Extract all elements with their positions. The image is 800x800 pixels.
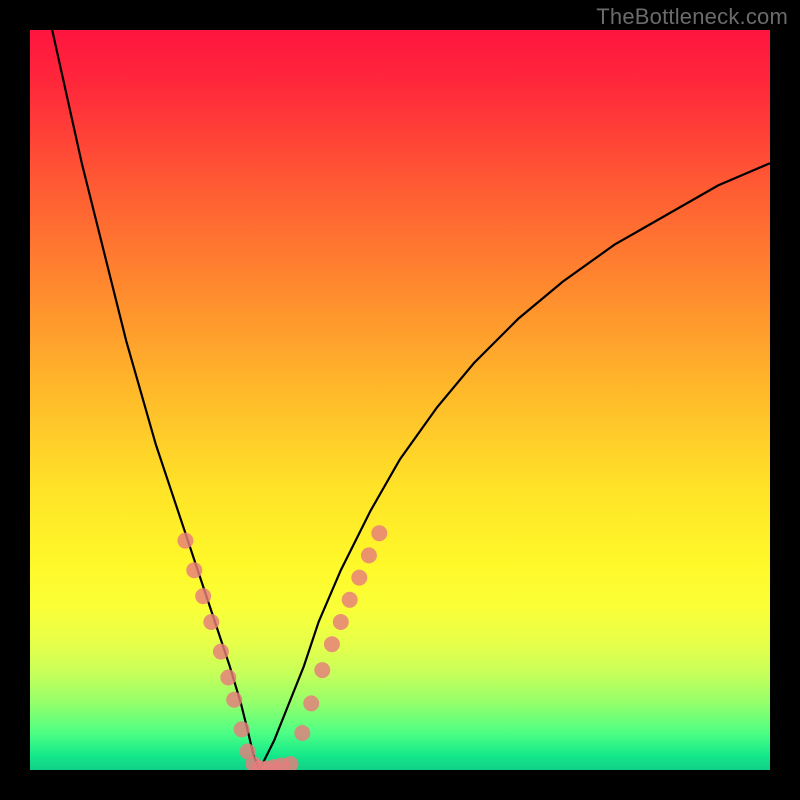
marker-dot [371,525,387,541]
marker-dot [294,725,310,741]
marker-dot [195,588,211,604]
marker-dot [226,692,242,708]
plot-area [30,30,770,770]
curve-layer [30,30,770,770]
marker-dot [303,695,319,711]
marker-dot [177,533,193,549]
marker-dot [361,547,377,563]
marker-dot [351,570,367,586]
marker-dot [213,644,229,660]
marker-dot [342,592,358,608]
left-branch-path [52,30,259,770]
marker-dot [333,614,349,630]
right-branch-path [259,163,770,770]
marker-dot [314,662,330,678]
marker-dot [234,721,250,737]
marker-dot [203,614,219,630]
marker-dot [186,562,202,578]
outer-frame: TheBottleneck.com [0,0,800,800]
marker-dots [177,525,387,770]
marker-dot [220,670,236,686]
watermark-text: TheBottleneck.com [596,4,788,30]
marker-dot [324,636,340,652]
marker-dot [282,756,298,770]
